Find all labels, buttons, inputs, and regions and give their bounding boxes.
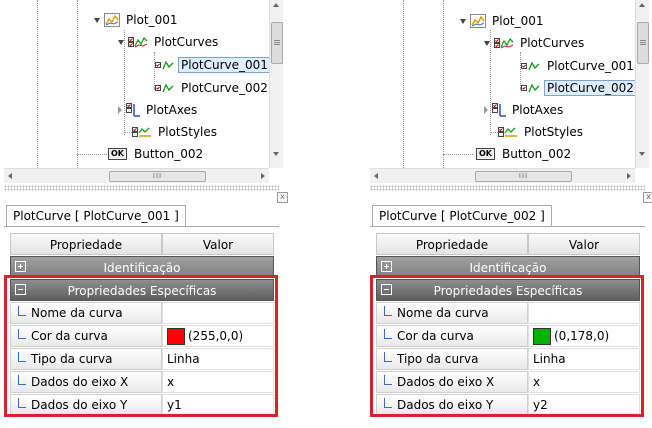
tree-node-plotstyles[interactable]: PlotStyles	[498, 123, 586, 141]
expand-arrow-icon[interactable]	[484, 106, 488, 114]
tree-guide-line	[443, 154, 473, 155]
plot-icon	[470, 14, 486, 28]
tree-guide-line	[124, 132, 132, 133]
category-label: Identificação	[103, 261, 181, 275]
curve-icon	[521, 83, 540, 93]
collapse-arrow-icon[interactable]	[484, 40, 490, 46]
scroll-down-arrow-icon[interactable]	[639, 152, 645, 156]
plot-icon	[104, 13, 120, 27]
tree-node-label: PlotStyles	[524, 125, 584, 139]
tree-node-plot[interactable]: Plot_001	[94, 11, 181, 29]
column-header-value[interactable]: Valor	[162, 233, 274, 255]
splitter-grip[interactable]	[370, 185, 645, 191]
tree-node-label: PlotAxes	[512, 103, 564, 117]
column-header-property[interactable]: Propriedade	[376, 233, 528, 255]
scroll-thumb[interactable]: III	[475, 171, 572, 182]
collapse-arrow-icon[interactable]	[460, 18, 466, 24]
tree-node-plotaxes[interactable]: PlotAxes	[118, 101, 200, 119]
curve-icon	[155, 83, 174, 93]
expand-plus-icon[interactable]	[381, 261, 392, 272]
curve-icon	[155, 60, 174, 70]
scroll-thumb[interactable]	[637, 22, 649, 64]
project-tree[interactable]: Plot_001 PlotCurves PlotCurve_001 PlotCu…	[4, 0, 269, 168]
tree-node-label: PlotAxes	[146, 103, 198, 117]
tree-node-label: Plot_001	[126, 13, 178, 27]
tree-guide-line	[443, 0, 444, 168]
plot-axes-icon	[126, 102, 140, 117]
collapse-arrow-icon[interactable]	[94, 17, 100, 23]
tree-node-plotcurve-002[interactable]: PlotCurve_002	[521, 79, 635, 97]
tree-guide-line	[490, 132, 498, 133]
scroll-up-arrow-icon[interactable]	[639, 3, 645, 7]
scroll-left-arrow-icon[interactable]	[374, 173, 378, 179]
tree-node-label: Button_002	[134, 147, 204, 161]
expand-arrow-icon[interactable]	[118, 106, 122, 114]
plot-styles-icon	[498, 127, 517, 137]
tree-vertical-scrollbar[interactable]	[635, 0, 649, 168]
tree-node-label: PlotCurve_001	[178, 57, 269, 73]
tree-horizontal-scrollbar[interactable]: III	[370, 168, 635, 183]
category-label: Identificação	[469, 261, 547, 275]
scroll-left-arrow-icon[interactable]	[8, 173, 12, 179]
plot-styles-icon	[132, 127, 151, 137]
tree-node-plotcurves[interactable]: PlotCurves	[484, 34, 587, 52]
tree-node-plotaxes[interactable]: PlotAxes	[484, 101, 566, 119]
project-tree[interactable]: Plot_001 PlotCurves PlotCurve_001 PlotCu…	[370, 0, 635, 168]
ok-button-icon: OK	[108, 148, 127, 160]
tree-node-label: PlotCurves	[520, 36, 585, 50]
property-tab[interactable]: PlotCurve [ PlotCurve_002 ]	[372, 205, 552, 226]
scroll-thumb[interactable]	[271, 22, 283, 64]
scroll-down-arrow-icon[interactable]	[273, 152, 279, 156]
tab-divider	[4, 226, 279, 227]
splitter-grip[interactable]	[4, 185, 279, 191]
tree-node-plotcurves[interactable]: PlotCurves	[118, 33, 221, 51]
plot-curves-icon	[494, 37, 514, 49]
collapse-arrow-icon[interactable]	[118, 39, 124, 45]
tree-node-plotcurve-001[interactable]: PlotCurve_001	[155, 56, 269, 74]
plot-axes-icon	[492, 102, 506, 117]
tree-guide-line	[37, 0, 38, 168]
tree-node-label: PlotCurve_002	[181, 81, 268, 95]
tree-guide-line	[77, 0, 78, 168]
scroll-right-arrow-icon[interactable]	[627, 173, 631, 179]
tree-node-label: PlotCurve_001	[547, 59, 634, 73]
column-header-value[interactable]: Valor	[528, 233, 640, 255]
expand-plus-icon[interactable]	[15, 261, 26, 272]
close-icon[interactable]: x	[643, 192, 652, 203]
left-editor-panel: Plot_001 PlotCurves PlotCurve_001 PlotCu…	[4, 0, 288, 428]
tree-node-label: PlotCurve_002	[544, 80, 635, 96]
ok-button-icon: OK	[476, 148, 495, 160]
right-editor-panel: Plot_001 PlotCurves PlotCurve_001 PlotCu…	[370, 0, 652, 428]
scroll-thumb[interactable]: III	[109, 171, 206, 182]
tree-node-button[interactable]: OK Button_002	[108, 145, 206, 163]
column-header-property[interactable]: Propriedade	[10, 233, 162, 255]
tree-node-label: PlotCurves	[154, 35, 219, 49]
tree-node-plotstyles[interactable]: PlotStyles	[132, 123, 220, 141]
tree-horizontal-scrollbar[interactable]: III	[4, 168, 269, 183]
highlight-box	[370, 275, 644, 417]
tab-divider	[370, 226, 645, 227]
tree-vertical-scrollbar[interactable]	[269, 0, 283, 168]
scroll-up-arrow-icon[interactable]	[273, 3, 279, 7]
plot-curves-icon	[128, 36, 148, 48]
scroll-right-arrow-icon[interactable]	[261, 173, 265, 179]
tree-node-plot[interactable]: Plot_001	[460, 12, 547, 30]
tree-node-label: Plot_001	[492, 14, 544, 28]
tree-node-button[interactable]: OK Button_002	[476, 145, 574, 163]
tree-guide-line	[77, 154, 107, 155]
tree-node-label: Button_002	[502, 147, 572, 161]
tree-node-plotcurve-001[interactable]: PlotCurve_001	[521, 57, 635, 75]
curve-icon	[521, 61, 540, 71]
highlight-box	[4, 275, 278, 417]
property-tab[interactable]: PlotCurve [ PlotCurve_001 ]	[6, 205, 186, 226]
tree-node-label: PlotStyles	[158, 125, 218, 139]
tree-guide-line	[403, 0, 404, 168]
close-icon[interactable]: x	[277, 192, 288, 203]
tree-node-plotcurve-002[interactable]: PlotCurve_002	[155, 79, 269, 97]
